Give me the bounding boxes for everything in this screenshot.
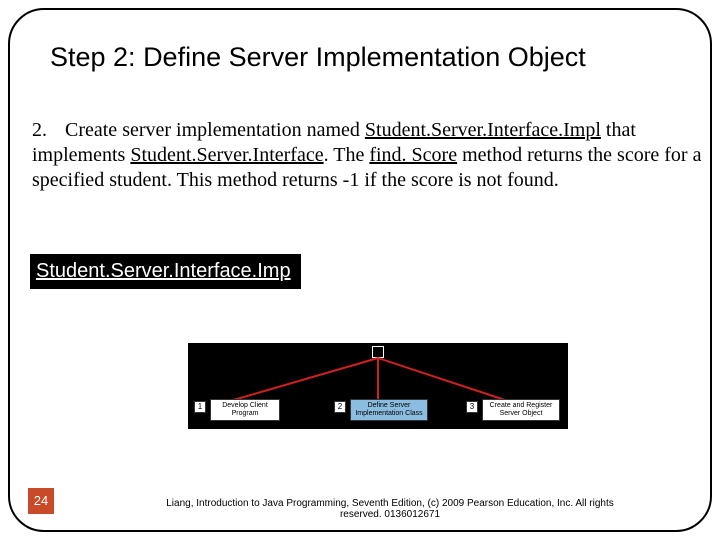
diagram-box-3-num: 3 xyxy=(466,401,478,413)
list-number: 2. xyxy=(32,118,60,143)
diagram-box-2-num: 2 xyxy=(334,401,346,413)
process-diagram: 1 Develop Client Program 2 Define Server… xyxy=(188,343,568,429)
diagram-box-2: Define Server Implementation Class xyxy=(350,399,428,421)
diagram-box-1: Develop Client Program xyxy=(210,399,280,421)
body-underline-3: find. Score xyxy=(369,144,457,166)
body-underline-2: Student.Server.Interface xyxy=(130,144,323,166)
diagram-box-1-num: 1 xyxy=(194,401,206,413)
slide-title: Step 2: Define Server Implementation Obj… xyxy=(50,42,690,73)
body-seg-3: . The xyxy=(324,144,370,166)
body-underline-1: Student.Server.Interface.Impl xyxy=(365,119,601,141)
page-number-badge: 24 xyxy=(28,488,54,514)
code-link[interactable]: Student.Server.Interface.Imp xyxy=(30,254,301,289)
body-seg-1: Create server implementation named xyxy=(65,119,365,141)
body-paragraph: 2. Create server implementation named St… xyxy=(32,118,704,193)
slide-frame: Step 2: Define Server Implementation Obj… xyxy=(8,8,712,532)
footer-citation: Liang, Introduction to Java Programming,… xyxy=(160,498,620,520)
diagram-box-3: Create and Register Server Object xyxy=(482,399,560,421)
